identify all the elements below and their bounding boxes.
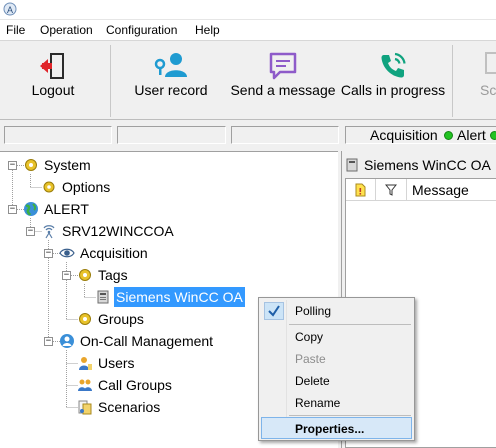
expander-oncall[interactable]: − (44, 337, 53, 346)
tree-node-label: On-Call Management (80, 333, 214, 349)
menu-item-polling[interactable]: Polling (261, 300, 412, 322)
alert-status-indicator (490, 131, 496, 140)
send-message-label: Send a message (230, 82, 336, 98)
gear-icon (43, 181, 55, 193)
toolbar-separator (110, 45, 111, 117)
tree-node-label: Tags (98, 267, 128, 283)
acquisition-status-label: Acquisition (370, 127, 438, 143)
send-message-button[interactable]: Send a message (224, 41, 342, 121)
column-header-alarm[interactable] (346, 179, 376, 201)
expander-tags[interactable]: − (62, 271, 71, 280)
partial-toolbar-button[interactable]: Sc (466, 41, 496, 121)
menu-configuration[interactable]: Configuration (106, 23, 177, 37)
app-icon: A (3, 2, 17, 16)
alert-status-label: Alert (457, 127, 486, 143)
menu-item-copy[interactable]: Copy (261, 326, 412, 348)
tree-node-label: Call Groups (98, 377, 172, 393)
status-field-2 (117, 126, 226, 144)
menu-item-label: Copy (295, 330, 324, 344)
svg-text:A: A (7, 5, 13, 15)
eye-icon (59, 248, 75, 258)
tree-node-label: Users (98, 355, 135, 371)
phone-icon (381, 52, 406, 78)
menu-item-properties[interactable]: Properties... (261, 417, 412, 439)
device-icon (346, 158, 358, 172)
menu-item-label: Paste (295, 352, 326, 366)
status-field-1 (4, 126, 112, 144)
scenario-icon (78, 400, 92, 415)
tags-gear-icon (79, 269, 91, 281)
menu-bar: File Operation Configuration Help (0, 20, 496, 40)
toolbar-separator (452, 45, 453, 117)
menu-separator (289, 324, 411, 325)
user-icon (79, 357, 92, 370)
expander-alert[interactable]: − (8, 205, 17, 214)
toolbar: Logout User record Send a message Calls … (0, 40, 496, 120)
context-menu: Polling Copy Paste Delete Rename Propert… (258, 297, 415, 441)
tree-node-label: SRV12WINCCOA (62, 223, 174, 239)
title-bar: A (0, 0, 496, 20)
calls-in-progress-button[interactable]: Calls in progress (336, 41, 450, 121)
user-key-icon (154, 53, 187, 77)
calls-in-progress-label: Calls in progress (340, 82, 446, 98)
menu-item-label: Rename (295, 396, 341, 410)
acquisition-status-indicator (444, 131, 453, 140)
logout-button[interactable]: Logout (0, 41, 106, 121)
menu-item-paste[interactable]: Paste (261, 348, 412, 370)
tree-node-label: Acquisition (80, 245, 148, 261)
detail-pane-title: Siemens WinCC OA (364, 157, 491, 173)
menu-item-label: Properties... (295, 422, 365, 436)
logout-label: Logout (31, 82, 75, 98)
menu-help[interactable]: Help (195, 23, 220, 37)
expander-acquisition[interactable]: − (44, 249, 53, 258)
user-record-label: User record (134, 82, 208, 98)
menu-item-label: Polling (295, 304, 332, 318)
oncall-user-icon (60, 334, 74, 348)
server-signal-icon (43, 225, 55, 239)
column-header-message[interactable]: Message (407, 179, 496, 201)
tree-node-label: ALERT (44, 201, 89, 217)
menu-item-label: Delete (295, 374, 330, 388)
tree-node-label: Scenarios (98, 399, 161, 415)
tree-node-label: Groups (98, 311, 144, 327)
status-field-3 (231, 126, 339, 144)
globe-icon (24, 202, 38, 216)
menu-separator (289, 415, 411, 416)
checkmark-icon (264, 302, 284, 320)
status-bar: Acquisition Alert (0, 121, 496, 149)
user-record-button[interactable]: User record (124, 41, 218, 121)
tree-node-label: Siemens WinCC OA (114, 287, 245, 307)
logout-icon (40, 53, 64, 79)
menu-item-delete[interactable]: Delete (261, 370, 412, 392)
partial-label: Sc (480, 82, 496, 98)
expander-server[interactable]: − (26, 227, 35, 236)
tree-node-label: Options (62, 179, 111, 195)
gear-icon (25, 159, 37, 171)
filter-icon (385, 184, 397, 196)
device-icon (97, 290, 109, 304)
grid-header: Message (346, 179, 496, 201)
menu-file[interactable]: File (6, 23, 25, 37)
user-group-icon (78, 379, 92, 391)
partial-icon (485, 52, 496, 74)
groups-gear-icon (79, 313, 91, 325)
message-icon (269, 52, 297, 80)
alarm-icon (355, 183, 366, 197)
menu-operation[interactable]: Operation (40, 23, 93, 37)
tree-node-label: System (44, 157, 91, 173)
menu-item-rename[interactable]: Rename (261, 392, 412, 414)
expander-system[interactable]: − (8, 161, 17, 170)
column-header-filter[interactable] (376, 179, 407, 201)
detail-pane-title-bar: Siemens WinCC OA (342, 153, 496, 177)
